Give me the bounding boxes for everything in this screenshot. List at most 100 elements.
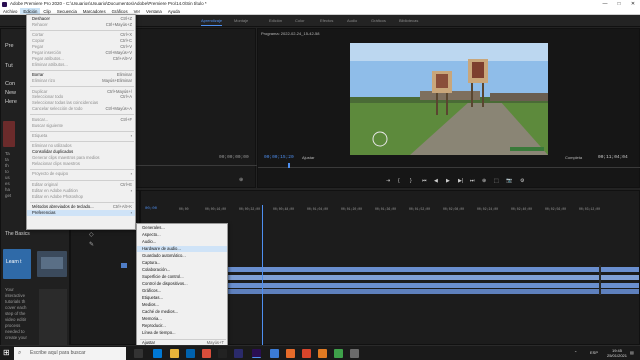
- tutorial-thumbnail[interactable]: [37, 251, 67, 277]
- tutorial-thumbnail[interactable]: [3, 121, 15, 147]
- menu-item[interactable]: Etiquetas...: [137, 295, 227, 301]
- menu-item[interactable]: Colaboración...: [137, 267, 227, 273]
- premiere-taskbar-icon[interactable]: [252, 349, 261, 358]
- timeline-ruler[interactable]: 00;00 00;00;16;00 00;00;32;00 00;00;48;0…: [179, 207, 639, 213]
- learn-fragment: Pre: [5, 43, 14, 49]
- video-clip[interactable]: [227, 267, 639, 272]
- notification-icon[interactable]: ▤: [630, 350, 634, 355]
- menu-item: Proyecto de equipo ›: [27, 171, 135, 177]
- menu-separator: [30, 114, 134, 116]
- razor-tool-icon[interactable]: ◇: [89, 231, 94, 238]
- track-target[interactable]: [121, 263, 127, 268]
- menu-item[interactable]: Captura...: [137, 260, 227, 266]
- go-to-end-icon[interactable]: ⏭: [470, 178, 475, 184]
- app-icon[interactable]: [218, 349, 227, 358]
- clip-end: [599, 265, 601, 295]
- step-back-icon[interactable]: ◀: [434, 178, 438, 184]
- menu-item[interactable]: Guardado automático...: [137, 253, 227, 259]
- go-to-start-icon[interactable]: ⏮: [422, 178, 427, 184]
- camera-icon[interactable]: 📷: [506, 178, 512, 184]
- minimize-icon[interactable]: —: [598, 0, 612, 8]
- workspace-tab[interactable]: Efectos: [320, 17, 333, 25]
- edge-icon[interactable]: [153, 349, 162, 358]
- chrome-icon[interactable]: [334, 349, 343, 358]
- step-forward-icon[interactable]: ▶|: [458, 178, 463, 184]
- menu-item-label: Guardado automático...: [142, 253, 186, 258]
- fit-dropdown[interactable]: Ajustar: [302, 155, 314, 160]
- program-timecode[interactable]: 00;00;15;20: [264, 155, 294, 160]
- mark-out-icon[interactable]: {: [398, 178, 400, 184]
- menu-separator: [30, 141, 134, 143]
- menu-item[interactable]: Caché de medios...: [137, 309, 227, 315]
- menu-item[interactable]: Hardware de audio...: [137, 246, 227, 252]
- app-icon[interactable]: [318, 349, 327, 358]
- mark-in-icon[interactable]: ⇥: [386, 178, 390, 184]
- go-to-in-icon[interactable]: }: [410, 178, 412, 184]
- workspace-tab[interactable]: Montaje: [234, 17, 248, 25]
- app-icon[interactable]: [270, 349, 279, 358]
- clock[interactable]: 19:45 25/01/2021: [606, 348, 628, 358]
- ruler-tick: 00;03;12;00: [579, 207, 601, 211]
- ruler-tick: 00;02;40;00: [511, 207, 533, 211]
- menu-separator: [30, 86, 134, 88]
- program-playhead[interactable]: [288, 163, 290, 168]
- menu-item[interactable]: Aspecto...: [137, 232, 227, 238]
- workspace-tab[interactable]: Bibliotecas: [399, 17, 418, 25]
- menu-item[interactable]: Memoria...: [137, 316, 227, 322]
- task-view-icon[interactable]: [134, 349, 143, 358]
- menu-item[interactable]: Audio...: [137, 239, 227, 245]
- store-icon[interactable]: [186, 349, 195, 358]
- menu-item[interactable]: Superficie de control...: [137, 274, 227, 280]
- program-scrub-bar[interactable]: [258, 167, 640, 168]
- learn-fragment: New: [5, 90, 17, 96]
- workspace-tab[interactable]: Edición: [269, 17, 282, 25]
- menu-item[interactable]: Reproducir...: [137, 323, 227, 329]
- workspace-tab[interactable]: Color: [295, 17, 305, 25]
- source-timecode: 00;00;00;00: [219, 155, 249, 160]
- tray-chevron-icon[interactable]: ⌃: [574, 350, 577, 355]
- button-editor-icon[interactable]: ⊕: [239, 177, 243, 183]
- play-icon[interactable]: ▶: [446, 178, 450, 184]
- lift-icon[interactable]: ⊕: [482, 178, 486, 184]
- menu-item: Rehacer Ctrl+Mayús+Z: [27, 22, 135, 28]
- taskbar-search[interactable]: ⌕ Escribe aquí para buscar: [14, 347, 126, 360]
- menu-item[interactable]: Generales...: [137, 225, 227, 231]
- language-indicator[interactable]: ESP: [590, 350, 598, 355]
- workspace-tab[interactable]: Aprendizaje: [201, 17, 223, 26]
- audio-clip[interactable]: [227, 283, 639, 288]
- menu-item[interactable]: Control de dispositivos...: [137, 281, 227, 287]
- pen-tool-icon[interactable]: ✎: [89, 241, 94, 248]
- close-icon[interactable]: ✕: [626, 0, 640, 8]
- menu-archivo[interactable]: Archivo: [0, 8, 20, 14]
- quality-dropdown[interactable]: Completa: [565, 155, 582, 160]
- menu-ayuda[interactable]: Ayuda: [165, 8, 183, 14]
- menu-item[interactable]: Medios...: [137, 302, 227, 308]
- maximize-icon[interactable]: □: [612, 0, 626, 8]
- menu-item-label: Generales...: [142, 225, 165, 230]
- menu-item[interactable]: Línea de tiempo...: [137, 330, 227, 336]
- ruler-tick: 00;00;16;00: [205, 207, 227, 211]
- menu-item-label: Etiqueta: [32, 132, 48, 138]
- mail-icon[interactable]: [202, 349, 211, 358]
- workspace-tab[interactable]: Gráficos: [371, 17, 386, 25]
- extract-icon[interactable]: ⬚: [494, 178, 499, 184]
- settings-icon[interactable]: ⚙: [520, 178, 524, 184]
- timeline-playhead[interactable]: [262, 205, 263, 345]
- app-icon[interactable]: [234, 349, 243, 358]
- audio-clip[interactable]: [227, 289, 639, 294]
- firefox-icon[interactable]: [286, 349, 295, 358]
- submenu-arrow-icon: ›: [130, 171, 132, 177]
- menu-item[interactable]: Preferencias ›: [27, 209, 135, 216]
- audio-clip[interactable]: [227, 275, 639, 280]
- menu-item[interactable]: Gráficos...: [137, 288, 227, 294]
- file-explorer-icon[interactable]: [170, 349, 179, 358]
- menu-ventana[interactable]: Ventana: [143, 8, 165, 14]
- workspace-tab[interactable]: Audio: [347, 17, 357, 25]
- menu-separator: [30, 201, 134, 203]
- section-title: The Basics: [5, 231, 30, 237]
- game-scene-image: [350, 43, 548, 155]
- learn-card[interactable]: Learn t: [3, 249, 31, 279]
- windows-start-icon[interactable]: ⊞: [3, 348, 10, 357]
- app-icon[interactable]: [302, 349, 311, 358]
- app-icon[interactable]: [350, 349, 359, 358]
